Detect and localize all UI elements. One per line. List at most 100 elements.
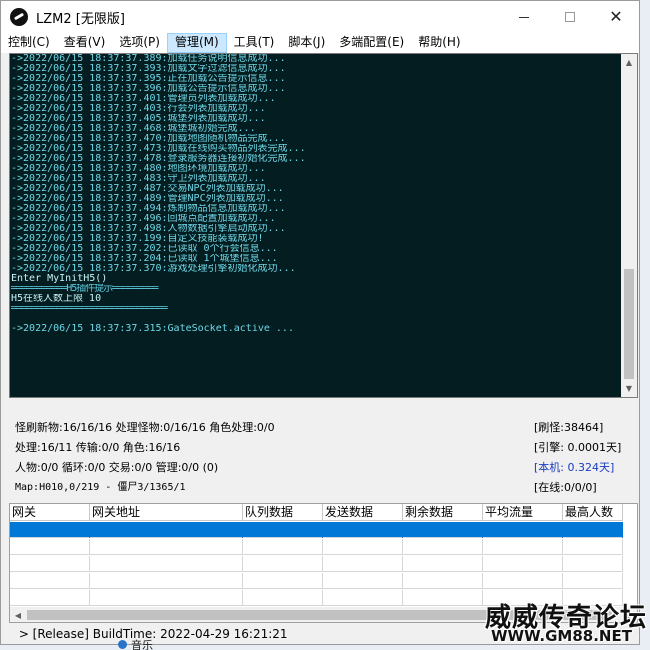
log-line: ->2022/06/15 18:37:37.478:登录服务器连接初始化完成..… (11, 154, 306, 164)
table-cell[interactable] (563, 590, 623, 606)
table-cell[interactable] (243, 573, 323, 589)
gateway-scroll-thumb[interactable] (27, 610, 612, 620)
log-line: ═══════════════════════════════ (11, 304, 168, 314)
app-logo-icon[interactable] (10, 8, 28, 26)
title-bar[interactable]: LZM2 [无限版] ✕ (1, 1, 639, 33)
column-header[interactable]: 最高人数 (563, 504, 623, 521)
table-cell[interactable] (483, 590, 563, 606)
table-cell[interactable] (90, 522, 243, 538)
stats-map-row: Map:H010,0/219 - 僵尸3/1365/1 (15, 482, 186, 493)
chevron-right-icon[interactable]: ▶ (621, 607, 637, 622)
menu-help[interactable]: 帮助(H) (411, 33, 467, 53)
log-line: ->2022/06/15 18:37:37.496:回城点配置加载成功... (11, 214, 276, 224)
table-cell[interactable] (243, 590, 323, 606)
table-cell[interactable] (10, 590, 90, 606)
table-cell[interactable] (323, 573, 403, 589)
log-line: ->2022/06/15 18:37:37.393:加载文字过滤信息成功... (11, 64, 286, 74)
menu-bar: 控制(C) 查看(V) 选项(P) 管理(M) 工具(T) 脚本(J) 多端配置… (1, 33, 639, 53)
column-header[interactable]: 发送数据 (323, 504, 403, 521)
table-row[interactable] (10, 556, 623, 572)
online-count: [在线:0/0/0] (534, 481, 597, 494)
log-line: ->2022/06/15 18:37:37.396:加载公告提示信息成功... (11, 84, 286, 94)
table-cell[interactable] (483, 573, 563, 589)
table-row[interactable] (10, 573, 623, 589)
menu-control[interactable]: 控制(C) (1, 33, 57, 53)
table-cell[interactable] (323, 590, 403, 606)
menu-options[interactable]: 选项(P) (112, 33, 167, 53)
table-row[interactable] (10, 539, 623, 555)
log-line: ->2022/06/15 18:37:37.395:正在加载公告提示信息... (11, 74, 286, 84)
column-header[interactable]: 平均流量 (483, 504, 563, 521)
table-cell[interactable] (10, 556, 90, 572)
table-cell[interactable] (10, 573, 90, 589)
table-cell[interactable] (403, 556, 483, 572)
minimize-button[interactable] (501, 1, 547, 33)
table-cell[interactable] (10, 522, 90, 538)
menu-manage[interactable]: 管理(M) (166, 33, 227, 53)
refresh-monster-count: [刷怪:38464] (534, 421, 604, 434)
log-line: ->2022/06/15 18:37:37.401:管理员列表加载成功... (11, 94, 276, 104)
maximize-button[interactable] (547, 1, 593, 33)
log-line: H5在线人数上限 10 (11, 294, 102, 304)
menu-view[interactable]: 查看(V) (57, 33, 113, 53)
table-cell[interactable] (563, 556, 623, 572)
menu-multi-config[interactable]: 多端配置(E) (332, 33, 411, 53)
log-line: ->2022/06/15 18:37:37.487:交易NPC列表加载成功... (11, 184, 284, 194)
log-line: Enter MyInitH5() (11, 274, 108, 284)
table-cell[interactable] (243, 539, 323, 555)
table-cell[interactable] (403, 590, 483, 606)
log-line: ->2022/06/15 18:37:37.489:管理NPC列表加载成功... (11, 194, 284, 204)
log-line: ->2022/06/15 18:37:37.473:加载在线购买物品列表完成..… (11, 144, 306, 154)
log-line: ->2022/06/15 18:37:37.199:自定义技能装载成功! (11, 234, 264, 244)
table-cell[interactable] (90, 556, 243, 572)
table-cell[interactable] (90, 573, 243, 589)
app-window: LZM2 [无限版] ✕ 控制(C) 查看(V) 选项(P) 管理(M) 工具(… (0, 0, 640, 645)
console-scrollbar[interactable]: ▲ ▼ (621, 54, 637, 397)
table-row[interactable] (10, 522, 623, 538)
table-cell[interactable] (403, 522, 483, 538)
log-line: ->2022/06/15 18:37:37.480:地图环境加载成功... (11, 164, 266, 174)
table-cell[interactable] (323, 539, 403, 555)
table-cell[interactable] (323, 522, 403, 538)
close-icon: ✕ (609, 7, 623, 26)
maximize-icon (565, 12, 575, 22)
console-scroll-thumb[interactable] (624, 269, 634, 379)
table-cell[interactable] (483, 539, 563, 555)
column-header[interactable]: 网关 (10, 504, 90, 521)
chevron-left-icon[interactable]: ◀ (10, 607, 26, 622)
table-cell[interactable] (483, 556, 563, 572)
gateway-table-scrollbar[interactable]: ◀ ▶ (10, 607, 637, 622)
music-icon (118, 640, 127, 649)
gateway-table[interactable]: 网关 网关地址 队列数据 发送数据 剩余数据 平均流量 最高人数 ◀ ▶ (9, 503, 638, 623)
table-cell[interactable] (403, 539, 483, 555)
log-lines: ->2022/06/15 18:37:37.389:加载任务说明信息成功... -… (11, 54, 619, 334)
table-cell[interactable] (10, 539, 90, 555)
engine-uptime: [引擎: 0.0001天] (534, 441, 622, 454)
log-line: ->2022/06/15 18:37:37.403:行会列表加载成功... (11, 104, 266, 114)
menu-script[interactable]: 脚本(J) (281, 33, 332, 53)
chevron-up-icon[interactable]: ▲ (621, 54, 637, 71)
table-cell[interactable] (90, 590, 243, 606)
stats-process-row: 处理:16/11 传输:0/0 角色:16/16 (15, 441, 181, 454)
window-title: LZM2 [无限版] (36, 12, 125, 27)
column-header[interactable]: 网关地址 (90, 504, 243, 521)
table-cell[interactable] (243, 522, 323, 538)
table-row[interactable] (10, 590, 623, 606)
close-button[interactable]: ✕ (593, 1, 639, 33)
menu-tools[interactable]: 工具(T) (227, 33, 282, 53)
chevron-down-icon[interactable]: ▼ (621, 380, 637, 397)
table-cell[interactable] (563, 539, 623, 555)
column-header[interactable]: 剩余数据 (403, 504, 483, 521)
column-header[interactable]: 队列数据 (243, 504, 323, 521)
log-console[interactable]: ->2022/06/15 18:37:37.389:加载任务说明信息成功... -… (9, 53, 638, 398)
background-label: 音乐 (131, 639, 153, 650)
table-cell[interactable] (243, 556, 323, 572)
table-cell[interactable] (403, 573, 483, 589)
table-cell[interactable] (483, 522, 563, 538)
stats-monster-row: 怪刷新物:16/16/16 处理怪物:0/16/16 角色处理:0/0 (15, 421, 275, 434)
table-cell[interactable] (90, 539, 243, 555)
table-cell[interactable] (563, 522, 623, 538)
log-line: ->2022/06/15 18:37:37.202:已读取 0个行会信息... (11, 244, 278, 254)
table-cell[interactable] (563, 573, 623, 589)
table-cell[interactable] (323, 556, 403, 572)
